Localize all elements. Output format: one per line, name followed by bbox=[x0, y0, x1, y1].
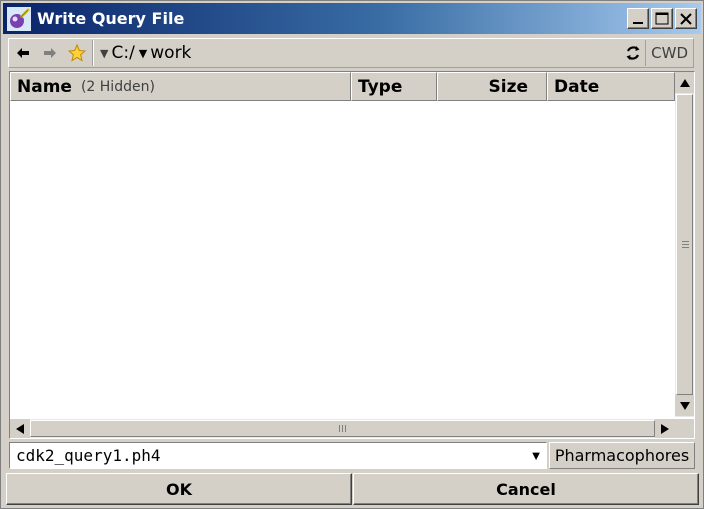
cwd-button[interactable]: CWD bbox=[645, 40, 693, 66]
scroll-left-button[interactable] bbox=[10, 419, 30, 438]
breadcrumb-folder[interactable]: work bbox=[150, 43, 191, 63]
write-query-file-dialog: Write Query File ▼ C:/ ▼ work CWD Name (… bbox=[0, 0, 704, 509]
window-title: Write Query File bbox=[37, 9, 185, 28]
arrow-up-icon bbox=[679, 78, 690, 87]
cancel-button[interactable]: Cancel bbox=[353, 473, 699, 505]
column-name-label: Name bbox=[17, 76, 72, 97]
star-icon bbox=[67, 44, 86, 62]
arrow-down-icon bbox=[679, 401, 690, 410]
back-arrow-icon bbox=[16, 48, 29, 58]
close-icon bbox=[680, 12, 692, 25]
scroll-down-button[interactable] bbox=[675, 395, 694, 416]
minimize-button[interactable] bbox=[627, 8, 649, 29]
refresh-icon bbox=[626, 46, 640, 60]
column-size-label: Size bbox=[488, 76, 529, 97]
molecule-app-icon bbox=[7, 6, 31, 31]
file-list-body[interactable] bbox=[10, 101, 675, 417]
vertical-scroll-thumb[interactable] bbox=[676, 94, 693, 395]
arrow-left-icon bbox=[16, 423, 24, 434]
close-button[interactable] bbox=[675, 8, 697, 29]
column-header-name[interactable]: Name (2 Hidden) bbox=[10, 72, 351, 101]
forward-button[interactable] bbox=[36, 39, 63, 67]
scroll-right-button[interactable] bbox=[655, 419, 675, 438]
horizontal-scroll-thumb[interactable] bbox=[30, 420, 655, 437]
column-header-date[interactable]: Date bbox=[547, 72, 675, 101]
filename-field[interactable]: ▼ bbox=[9, 442, 547, 469]
thumb-grip bbox=[682, 247, 689, 248]
back-button[interactable] bbox=[9, 39, 36, 67]
minimize-icon bbox=[633, 21, 643, 24]
scrollbar-corner bbox=[675, 419, 694, 438]
thumb-grip bbox=[682, 241, 689, 242]
arrow-right-icon bbox=[661, 423, 669, 434]
maximize-icon bbox=[655, 12, 669, 25]
thumb-grip bbox=[345, 425, 346, 432]
column-type-label: Type bbox=[358, 76, 403, 97]
filename-history-dropdown-icon[interactable]: ▼ bbox=[526, 448, 546, 463]
column-header-type[interactable]: Type bbox=[351, 72, 437, 101]
thumb-grip bbox=[342, 425, 343, 432]
file-type-filter-button[interactable]: Pharmacophores bbox=[549, 442, 695, 469]
file-list-header: Name (2 Hidden) Type Size Date bbox=[10, 72, 675, 101]
scroll-up-button[interactable] bbox=[675, 72, 694, 93]
maximize-button[interactable] bbox=[651, 8, 673, 29]
breadcrumb-drive[interactable]: C:/ bbox=[111, 43, 134, 63]
favorites-button[interactable] bbox=[63, 39, 90, 67]
forward-arrow-icon bbox=[43, 48, 56, 58]
file-list[interactable]: Name (2 Hidden) Type Size Date bbox=[9, 71, 695, 439]
hidden-count-note: (2 Hidden) bbox=[80, 78, 155, 95]
refresh-button[interactable] bbox=[621, 39, 645, 67]
toolbar-separator bbox=[92, 40, 93, 66]
column-header-size[interactable]: Size bbox=[437, 72, 547, 101]
root-dropdown-arrow-icon[interactable]: ▼ bbox=[100, 47, 108, 60]
path-breadcrumb: ▼ C:/ ▼ work bbox=[95, 39, 621, 67]
title-bar[interactable]: Write Query File bbox=[3, 3, 701, 34]
ok-button[interactable]: OK bbox=[6, 473, 352, 505]
horizontal-scrollbar[interactable] bbox=[10, 419, 675, 438]
thumb-grip bbox=[682, 244, 689, 245]
drive-dropdown-arrow-icon[interactable]: ▼ bbox=[139, 47, 147, 60]
thumb-grip bbox=[339, 425, 340, 432]
filename-input[interactable] bbox=[10, 443, 526, 468]
navigation-toolbar: ▼ C:/ ▼ work CWD bbox=[8, 38, 694, 68]
column-date-label: Date bbox=[554, 76, 600, 97]
vertical-scrollbar[interactable] bbox=[675, 72, 694, 417]
